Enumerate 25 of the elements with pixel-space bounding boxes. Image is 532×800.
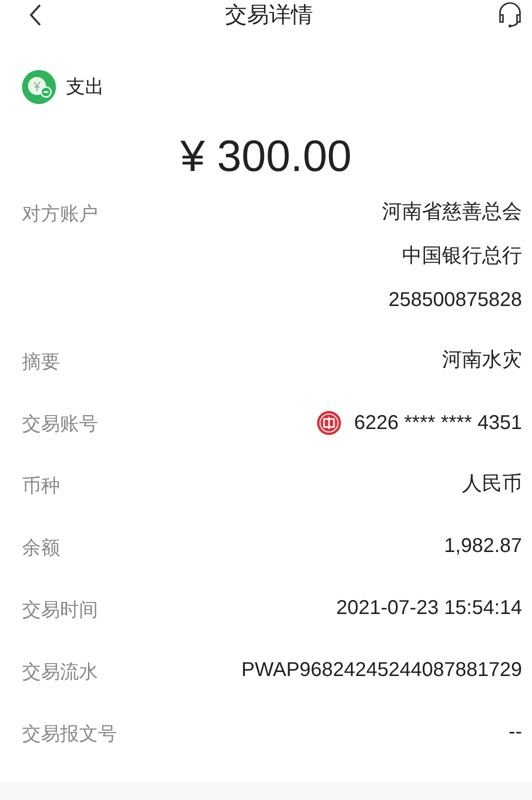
field-value: 1,982.87 [444, 534, 522, 558]
field-label: 对方账户 [22, 202, 98, 226]
page-title: 交易详情 [225, 2, 313, 30]
field-value: 中国银行总行 [402, 244, 522, 268]
field-value: PWAP96824245244087881729 [241, 658, 522, 682]
field-value: 河南水灾 [442, 348, 522, 372]
back-icon[interactable] [28, 3, 42, 27]
headset-icon[interactable] [496, 2, 524, 28]
field-label: 交易流水 [22, 660, 98, 684]
field-value: 258500875828 [388, 288, 522, 312]
yuan-minus-icon [22, 70, 56, 104]
field-value: 6226 **** **** 4351 [354, 411, 522, 435]
field-value: 2021-07-23 15:54:14 [336, 596, 522, 620]
field-label: 币种 [22, 474, 60, 498]
amount: ¥ 300.00 [179, 132, 353, 182]
field-value: -- [508, 720, 522, 744]
transaction-type: 支出 [66, 75, 104, 100]
field-label: 余额 [22, 536, 60, 560]
field-label: 摘要 [22, 350, 60, 374]
field-label: 交易账号 [22, 412, 98, 436]
field-label: 交易报文号 [22, 722, 117, 746]
field-value: 河南省慈善总会 [382, 200, 522, 224]
field-label: 交易时间 [22, 598, 98, 622]
bank-logo-icon [316, 410, 342, 436]
field-value: 人民币 [462, 472, 522, 496]
